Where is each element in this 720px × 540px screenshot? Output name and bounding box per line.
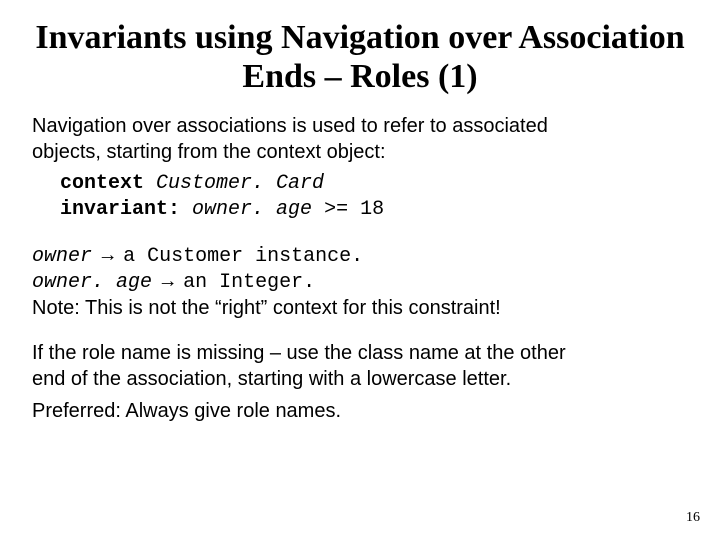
code-inv-op: >= 18 bbox=[324, 198, 384, 221]
explain-note: Note: This is not the “right” context fo… bbox=[32, 297, 501, 319]
explain-ownerage-term: owner. age bbox=[32, 271, 152, 294]
code-kw-context: context bbox=[60, 172, 144, 195]
code-block: context Customer. Card invariant: owner.… bbox=[60, 171, 688, 222]
page-number: 16 bbox=[686, 510, 700, 526]
code-inv-expr: owner. age bbox=[180, 198, 324, 221]
missing-line-2: end of the association, starting with a … bbox=[32, 368, 511, 390]
intro-paragraph: Navigation over associations is used to … bbox=[32, 114, 688, 165]
intro-line-2: objects, starting from the context objec… bbox=[32, 141, 386, 163]
arrow-icon: → bbox=[152, 270, 183, 292]
intro-line-1: Navigation over associations is used to … bbox=[32, 115, 548, 137]
code-kw-invariant: invariant: bbox=[60, 198, 180, 221]
explain-paragraph: owner → a Customer instance. owner. age … bbox=[32, 243, 688, 322]
explain-ownerage-desc: an Integer. bbox=[183, 271, 315, 294]
preferred-line: Preferred: Always give role names. bbox=[32, 399, 688, 425]
slide-title: Invariants using Navigation over Associa… bbox=[32, 18, 688, 96]
arrow-icon: → bbox=[92, 244, 123, 266]
missing-line-1: If the role name is missing – use the cl… bbox=[32, 342, 566, 364]
missing-role-paragraph: If the role name is missing – use the cl… bbox=[32, 341, 688, 392]
explain-owner-term: owner bbox=[32, 245, 92, 268]
explain-owner-desc: a Customer instance. bbox=[123, 245, 363, 268]
code-context-expr: Customer. Card bbox=[144, 172, 324, 195]
